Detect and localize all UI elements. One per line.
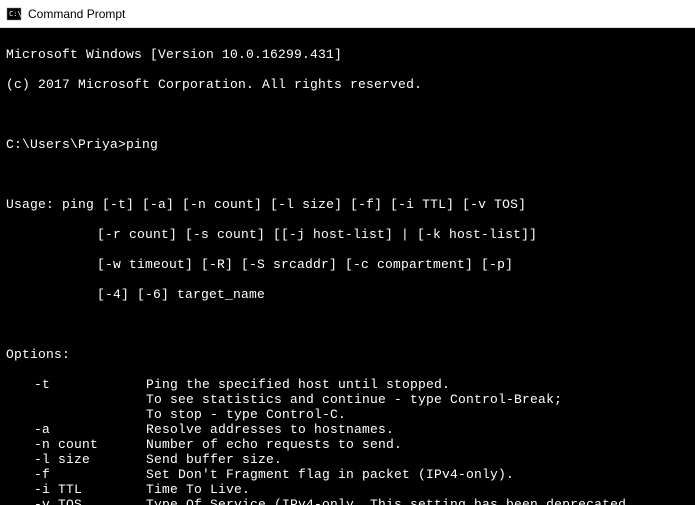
blank-line: [6, 107, 689, 122]
option-desc: Number of echo requests to send.: [146, 437, 689, 452]
option-flag: -t: [34, 377, 146, 392]
option-flag: -i TTL: [34, 482, 146, 497]
cmd-icon: C:\: [6, 6, 22, 22]
usage-line-2: [-r count] [-s count] [[-j host-list] | …: [97, 227, 689, 242]
option-flag: -n count: [34, 437, 146, 452]
prompt-command: ping: [126, 137, 158, 152]
option-row: -fSet Don't Fragment flag in packet (IPv…: [6, 467, 689, 482]
option-flag: -v TOS: [34, 497, 146, 505]
option-row: -aResolve addresses to hostnames.: [6, 422, 689, 437]
prompt-path: C:\Users\Priya>: [6, 137, 126, 152]
option-row: -tPing the specified host until stopped.: [6, 377, 689, 392]
usage-line-1: Usage: ping [-t] [-a] [-n count] [-l siz…: [6, 197, 689, 212]
svg-text:C:\: C:\: [9, 10, 22, 18]
window-title: Command Prompt: [28, 7, 125, 21]
option-desc-cont: To see statistics and continue - type Co…: [146, 392, 689, 407]
option-row: -v TOSType Of Service (IPv4-only. This s…: [6, 497, 689, 505]
option-flag: -l size: [34, 452, 146, 467]
option-desc: Time To Live.: [146, 482, 689, 497]
blank-line: [6, 167, 689, 182]
version-line: Microsoft Windows [Version 10.0.16299.43…: [6, 47, 689, 62]
options-list: -tPing the specified host until stopped.…: [6, 377, 689, 505]
option-desc: Ping the specified host until stopped.: [146, 377, 689, 392]
option-desc-cont: To stop - type Control-C.: [146, 407, 689, 422]
option-flag: -a: [34, 422, 146, 437]
copyright-line: (c) 2017 Microsoft Corporation. All righ…: [6, 77, 689, 92]
options-label: Options:: [6, 347, 689, 362]
option-desc: Send buffer size.: [146, 452, 689, 467]
title-bar[interactable]: C:\ Command Prompt: [0, 0, 695, 28]
usage-line-4: [-4] [-6] target_name: [97, 287, 689, 302]
option-desc: Type Of Service (IPv4-only. This setting…: [146, 497, 689, 505]
usage-line-3: [-w timeout] [-R] [-S srcaddr] [-c compa…: [97, 257, 689, 272]
option-row: -i TTLTime To Live.: [6, 482, 689, 497]
terminal-output[interactable]: Microsoft Windows [Version 10.0.16299.43…: [0, 28, 695, 505]
option-row: -n countNumber of echo requests to send.: [6, 437, 689, 452]
option-desc: Set Don't Fragment flag in packet (IPv4-…: [146, 467, 689, 482]
prompt-line: C:\Users\Priya>ping: [6, 137, 689, 152]
option-flag: -f: [34, 467, 146, 482]
option-row: -l sizeSend buffer size.: [6, 452, 689, 467]
option-desc: Resolve addresses to hostnames.: [146, 422, 689, 437]
blank-line: [6, 317, 689, 332]
